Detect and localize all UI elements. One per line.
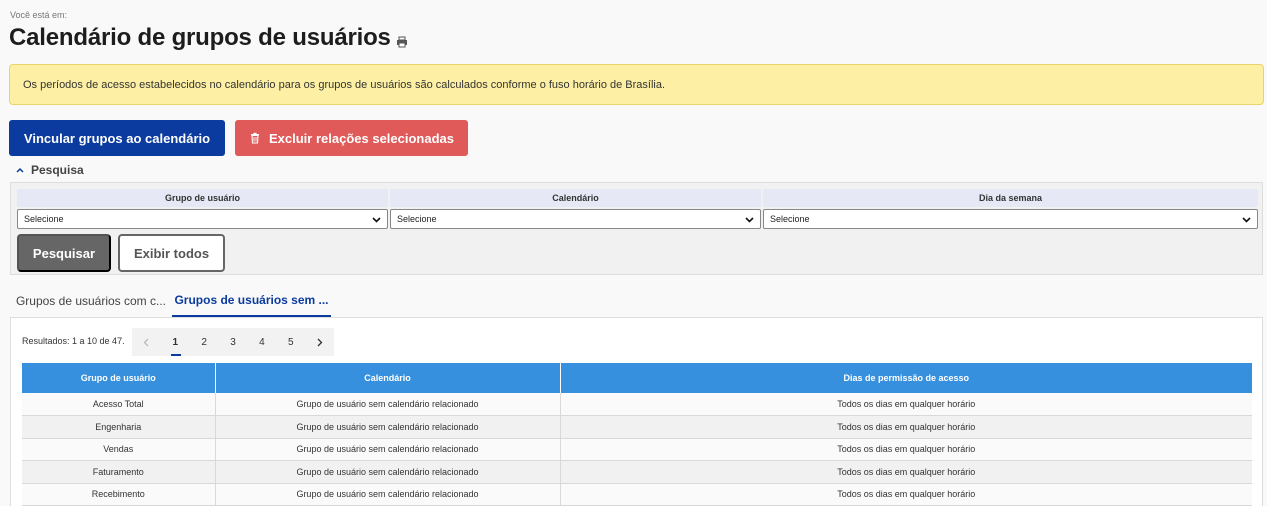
groups-table: Grupo de usuário Calendário Dias de perm… xyxy=(22,363,1252,506)
trash-icon xyxy=(251,132,259,144)
search-toggle-label: Pesquisa xyxy=(31,163,84,177)
cell-calendar: Grupo de usuário sem calendário relacion… xyxy=(215,483,561,506)
filter-label: Grupo de usuário xyxy=(17,189,388,207)
cell-permissions: Todos os dias em qualquer horário xyxy=(560,438,1252,461)
timezone-alert: Os períodos de acesso estabelecidos no c… xyxy=(9,64,1264,105)
table-row[interactable]: Recebimento Grupo de usuário sem calendá… xyxy=(22,483,1252,506)
table-header-row: Grupo de usuário Calendário Dias de perm… xyxy=(22,363,1252,393)
select-value: Selecione xyxy=(770,214,810,224)
filter-weekday: Dia da semana Selecione xyxy=(763,189,1258,229)
cell-permissions: Todos os dias em qualquer horário xyxy=(560,393,1252,416)
cell-permissions: Todos os dias em qualquer horário xyxy=(560,460,1252,484)
page-3[interactable]: 3 xyxy=(219,328,248,356)
tab-groups-with-calendar[interactable]: Grupos de usuários com c... xyxy=(10,285,172,317)
chevron-left-icon xyxy=(143,338,149,346)
next-page-button[interactable] xyxy=(305,328,334,356)
chevron-down-icon xyxy=(1242,216,1251,223)
chevron-up-icon xyxy=(16,167,24,173)
cell-group: Faturamento xyxy=(22,460,216,484)
col-header-group[interactable]: Grupo de usuário xyxy=(22,363,216,393)
cell-group: Engenharia xyxy=(22,415,216,439)
table-row[interactable]: Faturamento Grupo de usuário sem calendá… xyxy=(22,460,1252,484)
cell-calendar: Grupo de usuário sem calendário relacion… xyxy=(215,460,561,484)
title-row: Calendário de grupos de usuários xyxy=(9,24,408,52)
print-icon[interactable] xyxy=(396,36,408,48)
chevron-down-icon xyxy=(372,216,381,223)
page-5[interactable]: 5 xyxy=(276,328,305,356)
search-button[interactable]: Pesquisar xyxy=(17,234,111,272)
chevron-down-icon xyxy=(745,216,754,223)
select-value: Selecione xyxy=(397,214,437,224)
table-row[interactable]: Engenharia Grupo de usuário sem calendár… xyxy=(22,415,1252,439)
show-all-button[interactable]: Exibir todos xyxy=(118,234,225,272)
prev-page-button[interactable] xyxy=(132,328,161,356)
col-header-calendar[interactable]: Calendário xyxy=(215,363,561,393)
filter-label: Dia da semana xyxy=(763,189,1258,207)
delete-selected-label: Excluir relações selecionadas xyxy=(269,130,454,146)
filter-calendar: Calendário Selecione xyxy=(390,189,761,229)
page-1[interactable]: 1 xyxy=(161,328,190,356)
search-panel: Grupo de usuário Selecione Calendário Se… xyxy=(10,182,1263,275)
cell-permissions: Todos os dias em qualquer horário xyxy=(560,483,1252,506)
pagination: 1 2 3 4 5 xyxy=(132,328,334,356)
chevron-right-icon xyxy=(317,338,323,346)
cell-group: Recebimento xyxy=(22,483,216,506)
filter-label: Calendário xyxy=(390,189,761,207)
calendar-select[interactable]: Selecione xyxy=(390,209,761,229)
page-4[interactable]: 4 xyxy=(247,328,276,356)
page-2[interactable]: 2 xyxy=(190,328,219,356)
filter-user-group: Grupo de usuário Selecione xyxy=(17,189,388,229)
user-group-select[interactable]: Selecione xyxy=(17,209,388,229)
cell-group: Vendas xyxy=(22,438,216,461)
cell-calendar: Grupo de usuário sem calendário relacion… xyxy=(215,438,561,461)
col-header-permissions[interactable]: Dias de permissão de acesso xyxy=(560,363,1252,393)
link-groups-button[interactable]: Vincular grupos ao calendário xyxy=(9,120,225,156)
breadcrumb: Você está em: xyxy=(10,10,68,20)
results-count: Resultados: 1 a 10 de 47. xyxy=(22,336,125,346)
table-row[interactable]: Vendas Grupo de usuário sem calendário r… xyxy=(22,438,1252,461)
select-value: Selecione xyxy=(24,214,64,224)
cell-group: Acesso Total xyxy=(22,393,216,416)
delete-selected-button[interactable]: Excluir relações selecionadas xyxy=(235,120,468,156)
cell-calendar: Grupo de usuário sem calendário relacion… xyxy=(215,415,561,439)
page-title: Calendário de grupos de usuários xyxy=(9,24,391,51)
weekday-select[interactable]: Selecione xyxy=(763,209,1258,229)
cell-calendar: Grupo de usuário sem calendário relacion… xyxy=(215,393,561,416)
table-row[interactable]: Acesso Total Grupo de usuário sem calend… xyxy=(22,393,1252,416)
tab-content: Resultados: 1 a 10 de 47. 1 2 3 4 5 Grup… xyxy=(10,317,1263,506)
cell-permissions: Todos os dias em qualquer horário xyxy=(560,415,1252,439)
alert-text: Os períodos de acesso estabelecidos no c… xyxy=(23,78,666,91)
tab-bar: Grupos de usuários com c... Grupos de us… xyxy=(10,285,1263,317)
tab-groups-without-calendar[interactable]: Grupos de usuários sem ... xyxy=(172,285,331,317)
search-toggle[interactable]: Pesquisa xyxy=(15,163,84,177)
